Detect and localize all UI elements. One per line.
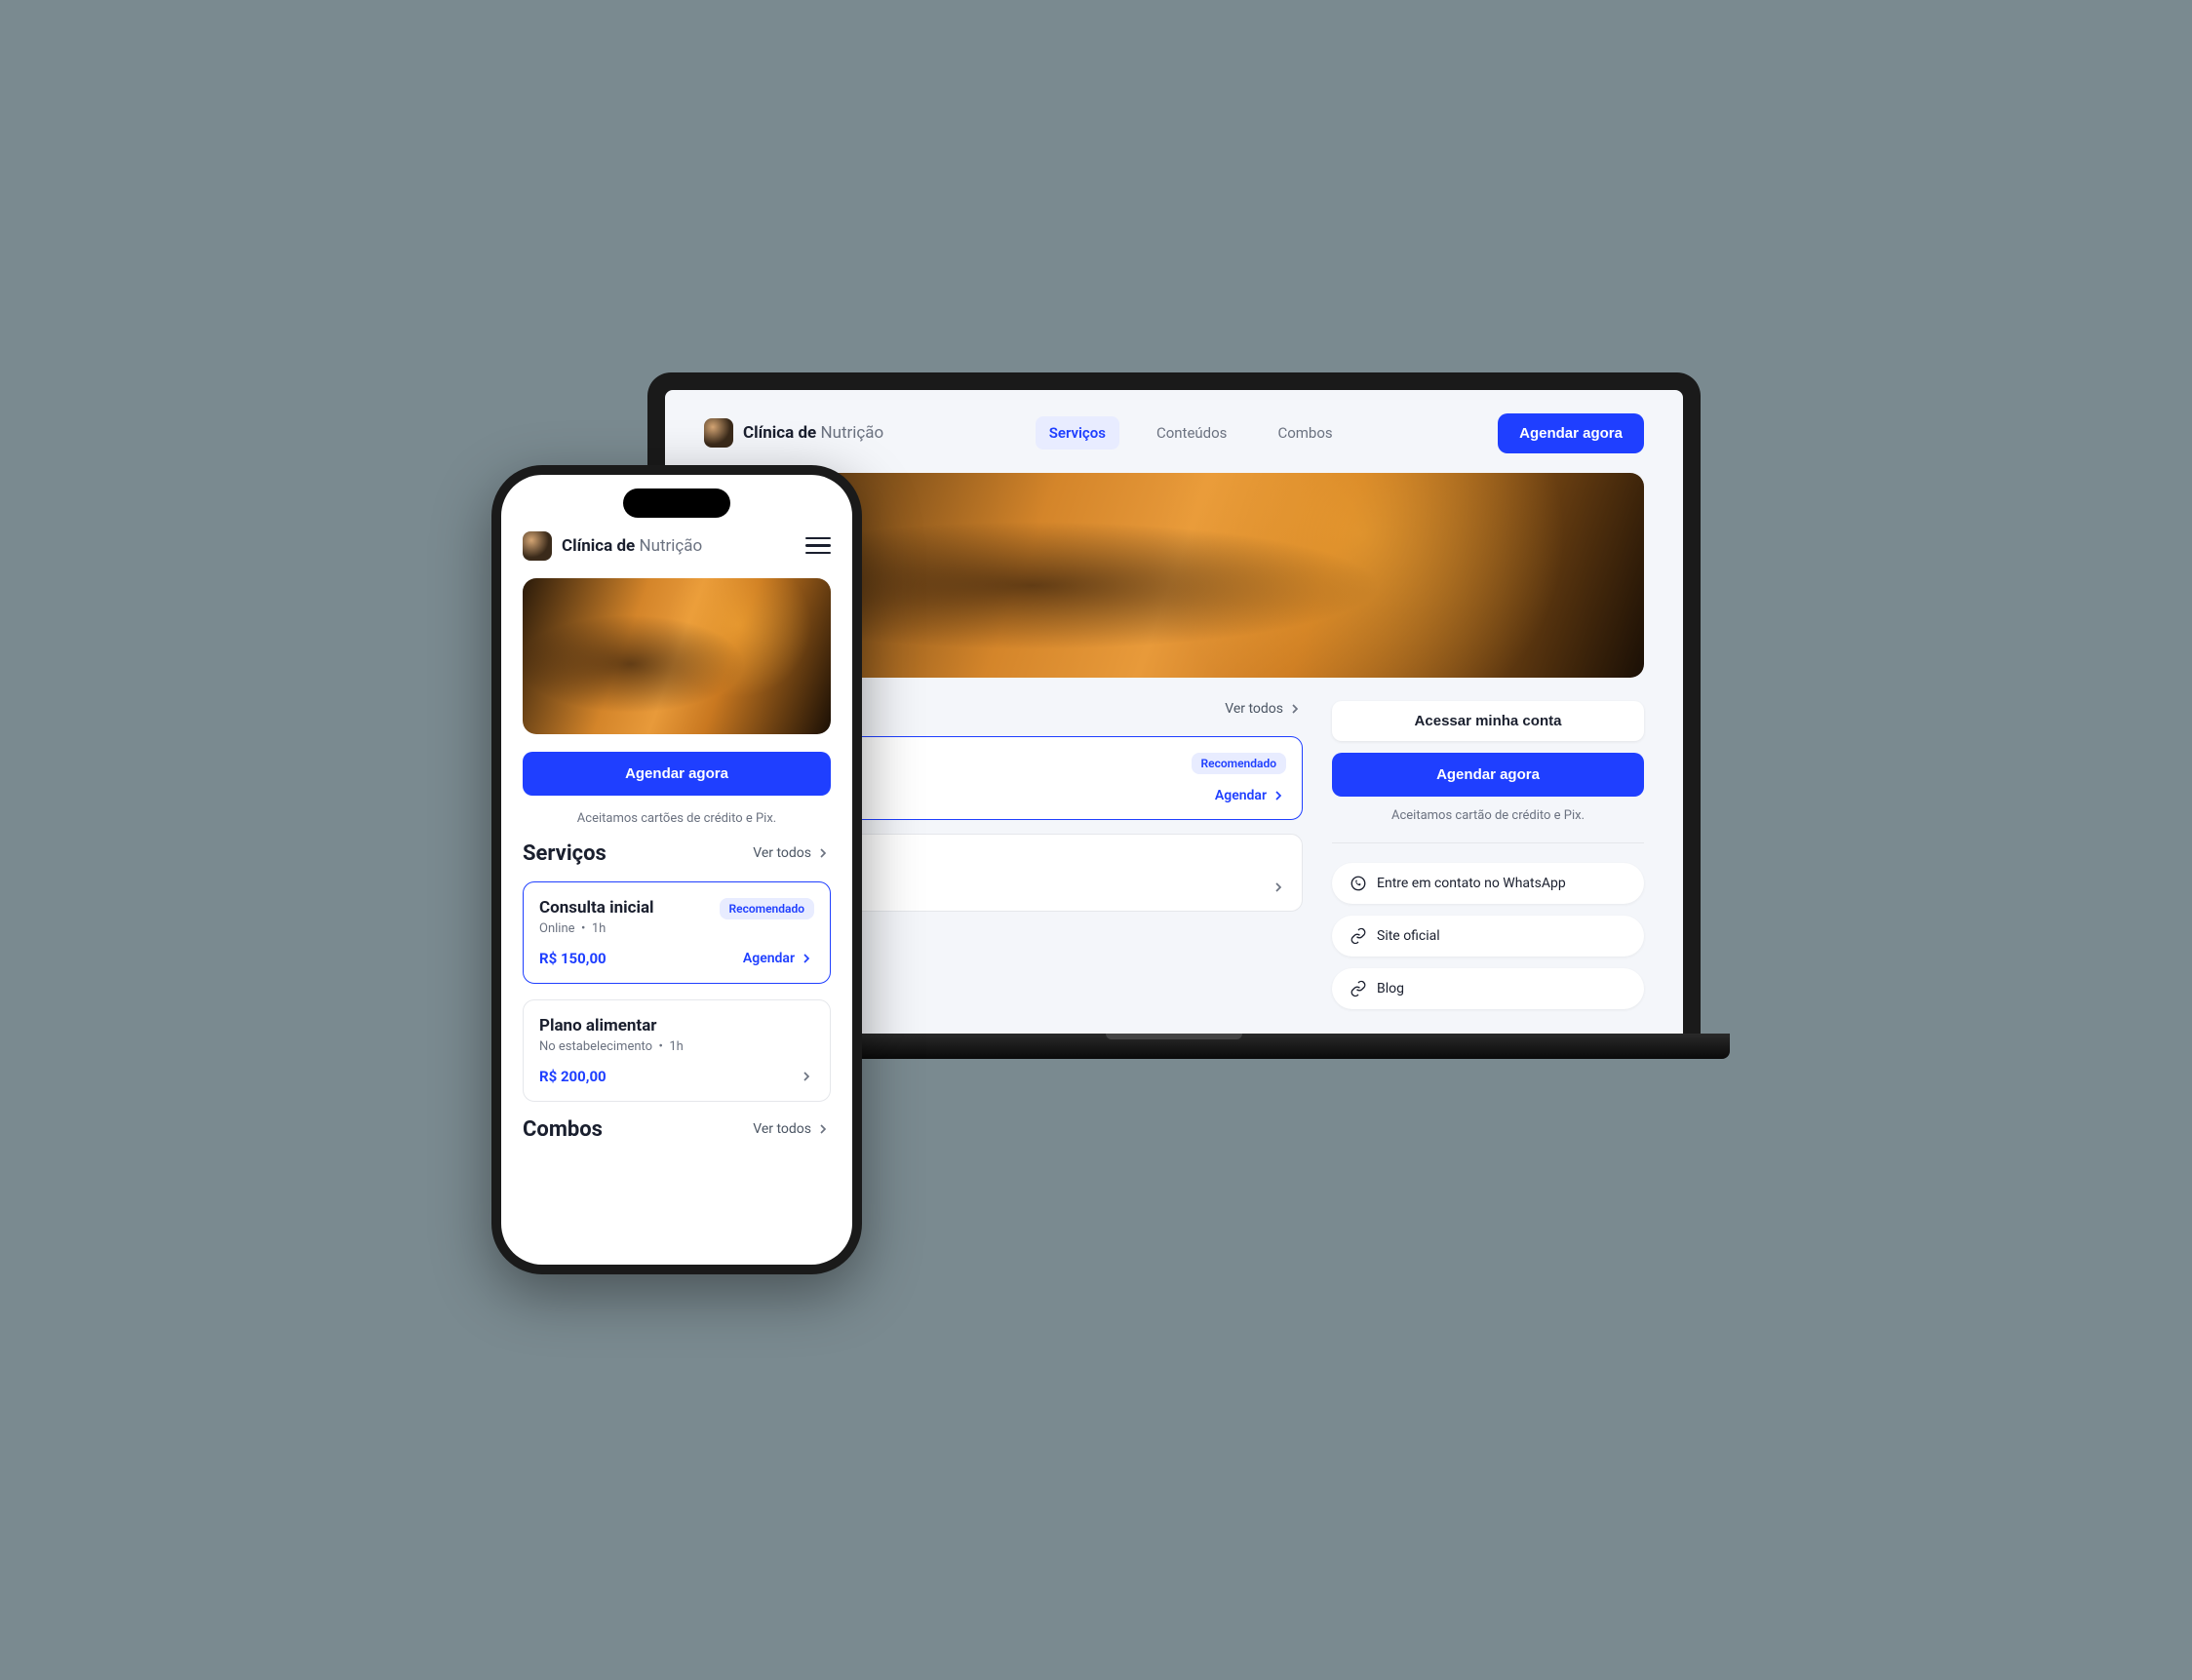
service-title: Plano alimentar bbox=[539, 1016, 684, 1035]
service-price: R$ 150,00 bbox=[539, 950, 607, 967]
section-title-servicos: Serviços bbox=[523, 841, 607, 866]
service-title: Consulta inicial bbox=[539, 898, 654, 918]
blog-link[interactable]: Blog bbox=[1332, 968, 1644, 1009]
desktop-header: Clínica de Nutrição Serviços Conteúdos C… bbox=[704, 413, 1644, 453]
brand-logo bbox=[704, 418, 733, 448]
chevron-right-icon bbox=[799, 1069, 814, 1084]
menu-button[interactable] bbox=[805, 537, 831, 555]
brand-name: Clínica de Nutrição bbox=[562, 536, 702, 556]
nav-combos[interactable]: Combos bbox=[1264, 416, 1346, 449]
agendar-button[interactable]: Agendar agora bbox=[1332, 753, 1644, 797]
whatsapp-link[interactable]: Entre em contato no WhatsApp bbox=[1332, 863, 1644, 904]
whatsapp-icon bbox=[1350, 875, 1367, 892]
chevron-right-icon bbox=[799, 951, 814, 966]
service-card-plano[interactable]: Plano alimentar No estabelecimento • 1h … bbox=[523, 999, 831, 1102]
service-price: R$ 200,00 bbox=[539, 1068, 607, 1085]
recommended-badge: Recomendado bbox=[720, 898, 814, 919]
site-link[interactable]: Site oficial bbox=[1332, 916, 1644, 957]
see-all-link[interactable]: Ver todos bbox=[1225, 701, 1303, 717]
see-all-link[interactable]: Ver todos bbox=[753, 845, 831, 861]
agendar-link[interactable]: Agendar bbox=[743, 951, 814, 966]
nav-servicos[interactable]: Serviços bbox=[1036, 416, 1119, 449]
phone-dynamic-island bbox=[623, 488, 730, 518]
section-title-combos: Combos bbox=[523, 1117, 603, 1142]
link-icon bbox=[1350, 927, 1367, 945]
service-meta: No estabelecimento • 1h bbox=[539, 1039, 684, 1054]
chevron-right-icon bbox=[1287, 701, 1303, 717]
see-all-link[interactable]: Ver todos bbox=[753, 1121, 831, 1137]
nav-conteudos[interactable]: Conteúdos bbox=[1143, 416, 1241, 449]
chevron-right-icon bbox=[1271, 879, 1286, 895]
mobile-header: Clínica de Nutrição bbox=[523, 531, 831, 561]
recommended-badge: Recomendado bbox=[1192, 753, 1286, 774]
service-card-consulta[interactable]: Consulta inicial Online • 1h Recomendado… bbox=[523, 881, 831, 984]
service-meta: Online • 1h bbox=[539, 921, 654, 936]
brand-logo bbox=[523, 531, 552, 561]
nav-tabs: Serviços Conteúdos Combos bbox=[1036, 416, 1347, 449]
laptop-notch bbox=[1125, 372, 1223, 388]
brand-name: Clínica de Nutrição bbox=[743, 423, 883, 443]
agendar-button[interactable]: Agendar agora bbox=[1498, 413, 1644, 453]
chevron-right-icon bbox=[815, 845, 831, 861]
access-account-button[interactable]: Acessar minha conta bbox=[1332, 701, 1644, 741]
agendar-button[interactable]: Agendar agora bbox=[523, 752, 831, 796]
divider bbox=[1332, 842, 1644, 843]
payment-caption: Aceitamos cartão de crédito e Pix. bbox=[1332, 808, 1644, 823]
chevron-right-icon bbox=[815, 1121, 831, 1137]
brand: Clínica de Nutrição bbox=[523, 531, 702, 561]
link-icon bbox=[1350, 980, 1367, 997]
agendar-link[interactable]: Agendar bbox=[1215, 788, 1286, 803]
brand: Clínica de Nutrição bbox=[704, 418, 883, 448]
payment-caption: Aceitamos cartões de crédito e Pix. bbox=[523, 811, 831, 826]
chevron-right-icon bbox=[1271, 788, 1286, 803]
phone-device: Clínica de Nutrição Agendar agora Aceita bbox=[491, 465, 862, 1274]
hero-image bbox=[523, 578, 831, 734]
